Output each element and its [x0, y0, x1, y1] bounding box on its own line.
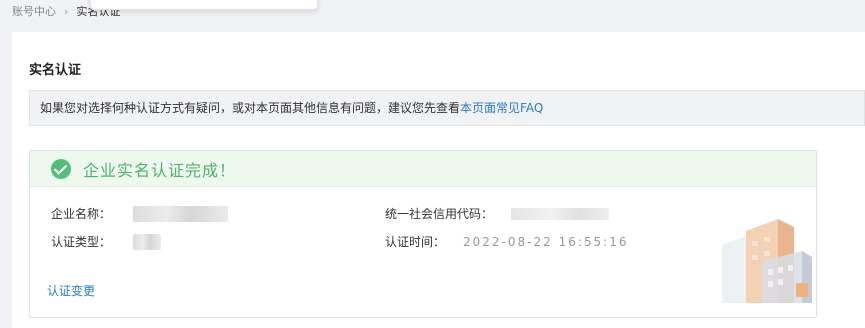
notice-text: 如果您对选择何种认证方式有疑问，或对本页面其他信息有问题，建议您先查看	[40, 101, 461, 115]
breadcrumb-separator: ›	[64, 5, 69, 18]
faq-notice: 如果您对选择何种认证方式有疑问，或对本页面其他信息有问题，建议您先查看本页面常见…	[29, 90, 865, 126]
result-header: 企业实名认证完成！	[30, 151, 816, 187]
credit-code-row: 统一社会信用代码：	[385, 205, 610, 222]
cert-type-label: 认证类型：	[51, 235, 112, 249]
breadcrumb-parent[interactable]: 账号中心	[12, 5, 56, 18]
verification-result-panel: 企业实名认证完成！ 企业名称： 认证类型： 统一社会信用代码： 认证时间： 20…	[29, 150, 817, 318]
company-name-label: 企业名称：	[51, 207, 112, 221]
cert-time-value: 2022-08-22 16:55:16	[463, 234, 629, 249]
building-illustration	[722, 219, 812, 303]
cert-time-row: 认证时间： 2022-08-22 16:55:16	[385, 233, 628, 250]
dropdown-popover	[90, 0, 318, 10]
credit-code-value	[511, 207, 610, 220]
check-circle-icon	[51, 158, 71, 179]
page-title: 实名认证	[29, 63, 82, 78]
company-name-value	[133, 205, 229, 222]
company-name-row: 企业名称：	[51, 205, 229, 222]
credit-code-label: 统一社会信用代码：	[385, 207, 494, 221]
cert-type-row: 认证类型：	[51, 233, 162, 250]
cert-type-value	[133, 233, 162, 250]
main-card: 实名认证 如果您对选择何种认证方式有疑问，或对本页面其他信息有问题，建议您先查看…	[12, 32, 865, 328]
faq-link[interactable]: 本页面常见FAQ	[460, 101, 543, 115]
cert-time-label: 认证时间：	[385, 235, 446, 249]
result-status-title: 企业实名认证完成！	[83, 160, 237, 180]
cert-change-link[interactable]: 认证变更	[47, 282, 95, 299]
